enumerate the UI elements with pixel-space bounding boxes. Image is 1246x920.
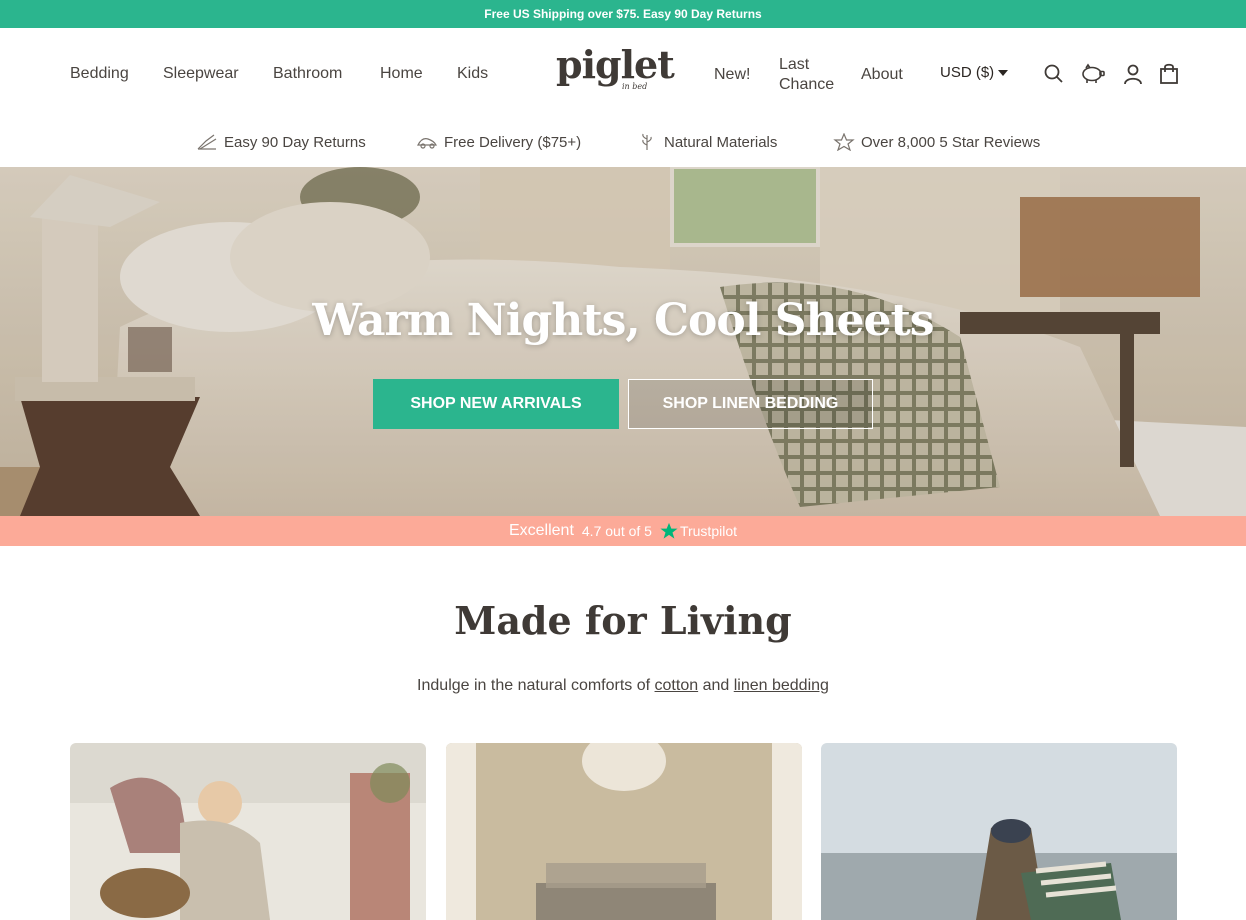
- pig-icon[interactable]: [1080, 62, 1105, 86]
- hero-banner: Warm Nights, Cool Sheets SHOP NEW ARRIVA…: [0, 167, 1246, 516]
- trustpilot-score: 4.7 out of 5: [581, 523, 652, 539]
- nav-about[interactable]: About: [861, 65, 903, 85]
- usp-delivery-label: Free Delivery ($75+): [444, 133, 582, 151]
- announcement-text: Free US Shipping over $75. Easy 90 Day R…: [484, 7, 762, 21]
- section-subtitle-and: and: [702, 677, 730, 694]
- nav-new[interactable]: New!: [714, 65, 750, 85]
- nav-last-chance-line1: Last: [779, 56, 810, 73]
- card-image-beach: [821, 743, 1177, 920]
- logo-wordmark: piglet: [556, 42, 675, 87]
- nav-kids[interactable]: Kids: [457, 64, 488, 84]
- announcement-bar: Free US Shipping over $75. Easy 90 Day R…: [0, 0, 1246, 28]
- nav-sleepwear[interactable]: Sleepwear: [163, 64, 239, 84]
- account-icon[interactable]: [1121, 62, 1145, 86]
- usp-returns-label: Easy 90 Day Returns: [224, 133, 366, 151]
- category-card-1[interactable]: [70, 743, 426, 920]
- search-icon[interactable]: [1042, 62, 1066, 86]
- shop-new-arrivals-button[interactable]: SHOP NEW ARRIVALS: [373, 379, 619, 429]
- shop-linen-bedding-button[interactable]: SHOP LINEN BEDDING: [628, 379, 873, 429]
- nav-home[interactable]: Home: [380, 64, 423, 84]
- nav-bathroom[interactable]: Bathroom: [273, 64, 342, 84]
- trustpilot-brand: Trustpilot: [660, 522, 737, 540]
- logo-subtext: in bed: [622, 82, 648, 91]
- trustpilot-brand-label: Trustpilot: [679, 523, 738, 539]
- section-title: Made for Living: [454, 598, 792, 643]
- card-image-bedroom: [446, 743, 802, 920]
- currency-label: USD ($): [940, 64, 995, 81]
- usp-delivery: Free Delivery ($75+): [416, 133, 581, 151]
- usp-bar: Easy 90 Day Returns Free Delivery ($75+)…: [0, 120, 1246, 166]
- delivery-icon: [417, 138, 437, 149]
- caret-down-icon: [998, 69, 1009, 76]
- usp-materials: Natural Materials: [636, 133, 777, 151]
- nav-bedding[interactable]: Bedding: [70, 64, 129, 84]
- star-icon: [833, 133, 855, 151]
- site-header: Bedding Sleepwear Bathroom Home Kids pig…: [0, 28, 1246, 120]
- usp-materials-label: Natural Materials: [664, 133, 778, 151]
- plant-icon: [642, 133, 652, 150]
- section-subtitle-prefix: Indulge in the natural comforts of: [417, 677, 651, 694]
- section-subtitle: Indulge in the natural comforts of cotto…: [0, 677, 1246, 695]
- currency-selector[interactable]: USD ($): [940, 64, 1009, 81]
- linen-bedding-link[interactable]: linen bedding: [734, 677, 829, 694]
- card-image-laundry: [70, 743, 426, 920]
- trustpilot-rating-word: Excellent: [508, 522, 574, 539]
- nav-last-chance-line2: Chance: [779, 76, 835, 93]
- returns-icon: [197, 134, 217, 150]
- category-card-2[interactable]: [446, 743, 802, 920]
- site-logo[interactable]: piglet in bed: [556, 45, 676, 95]
- usp-reviews: Over 8,000 5 Star Reviews: [833, 133, 1040, 151]
- usp-reviews-label: Over 8,000 5 Star Reviews: [861, 133, 1041, 151]
- trustpilot-star-icon: [660, 522, 678, 539]
- usp-returns: Easy 90 Day Returns: [196, 133, 366, 151]
- cotton-link[interactable]: cotton: [655, 677, 699, 694]
- hero-title: Warm Nights, Cool Sheets: [312, 295, 934, 346]
- category-card-3[interactable]: [821, 743, 1177, 920]
- trustpilot-bar[interactable]: Excellent 4.7 out of 5 Trustpilot: [0, 516, 1246, 546]
- nav-last-chance[interactable]: Last Chance: [779, 55, 834, 95]
- bag-icon[interactable]: [1157, 62, 1181, 86]
